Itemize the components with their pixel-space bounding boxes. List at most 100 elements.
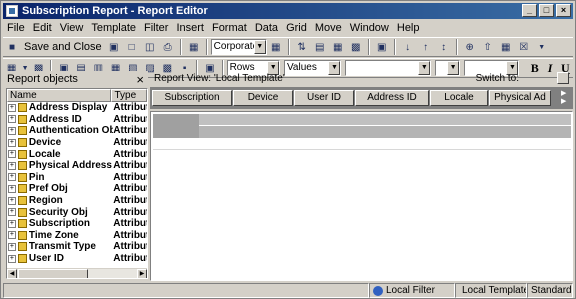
maximize-button[interactable]: □: [539, 4, 554, 17]
swap-icon[interactable]: ↕: [436, 39, 452, 55]
grid-view-icon[interactable]: ▦: [330, 39, 346, 55]
object-type: Attribute: [113, 137, 147, 149]
scroll-thumb[interactable]: [18, 269, 88, 278]
close-icon[interactable]: ×: [136, 72, 144, 87]
list-item[interactable]: + Transmit Type Attribute: [7, 241, 147, 253]
status-bar: Local Filter Local Template Standard: [3, 283, 573, 298]
expand-icon[interactable]: +: [8, 242, 16, 251]
sort-ascending-icon[interactable]: ↓: [400, 39, 416, 55]
list-item[interactable]: + Region Attribute: [7, 195, 147, 207]
column-header-type[interactable]: Type: [111, 89, 147, 102]
switch-view-button[interactable]: [557, 72, 569, 84]
filter-icon[interactable]: ▦: [498, 39, 514, 55]
menu-grid[interactable]: Grid: [282, 22, 311, 34]
status-local-template[interactable]: Local Template: [455, 283, 527, 298]
chevron-down-icon[interactable]: ▼: [253, 40, 266, 54]
expand-icon[interactable]: +: [8, 150, 16, 159]
object-button-locale[interactable]: Locale: [430, 90, 488, 106]
column-icon[interactable]: ▤: [312, 39, 328, 55]
menu-insert[interactable]: Insert: [172, 22, 208, 34]
export-icon[interactable]: ▦: [186, 39, 202, 55]
menu-template[interactable]: Template: [87, 22, 140, 34]
menu-edit[interactable]: Edit: [29, 22, 56, 34]
menu-window[interactable]: Window: [346, 22, 393, 34]
move-up-icon[interactable]: ⇧: [480, 39, 496, 55]
sort-descending-icon[interactable]: ↑: [418, 39, 434, 55]
object-name: Subscription: [28, 218, 91, 230]
table-view-icon[interactable]: ▩: [348, 39, 364, 55]
list-item[interactable]: + Security Obj Attribute: [7, 206, 147, 218]
save-and-close-button[interactable]: Save and Close: [21, 41, 105, 53]
scroll-right-icon[interactable]: ▶ ▶: [561, 90, 571, 106]
add-icon[interactable]: ⊕: [462, 39, 478, 55]
menu-move[interactable]: Move: [311, 22, 346, 34]
expand-icon[interactable]: +: [8, 254, 16, 263]
list-item[interactable]: + Time Zone Attribute: [7, 230, 147, 242]
object-type: Attribute: [113, 206, 147, 218]
expand-icon[interactable]: +: [8, 161, 16, 170]
list-item[interactable]: + Pin Attribute: [7, 172, 147, 184]
status-local-filter[interactable]: Local Filter: [369, 283, 455, 298]
minimize-button[interactable]: _: [522, 4, 537, 17]
object-button-user-id[interactable]: User ID: [294, 90, 354, 106]
expand-icon[interactable]: +: [8, 196, 16, 205]
menu-view[interactable]: View: [56, 22, 88, 34]
list-item[interactable]: + Address Display Attribute: [7, 102, 147, 114]
list-item[interactable]: + Address ID Attribute: [7, 114, 147, 126]
print-preview-icon[interactable]: ◫: [142, 39, 158, 55]
expand-icon[interactable]: +: [8, 231, 16, 240]
expand-icon[interactable]: +: [8, 184, 16, 193]
menu-filter[interactable]: Filter: [140, 22, 172, 34]
report-grid[interactable]: [150, 111, 573, 281]
list-item[interactable]: + Authentication ObjAttribute: [7, 125, 147, 137]
menu-data[interactable]: Data: [251, 22, 282, 34]
object-name: Address ID: [28, 113, 82, 125]
save-icon[interactable]: ■: [4, 39, 20, 55]
list-item[interactable]: + Locale Attribute: [7, 148, 147, 160]
attribute-icon: [17, 149, 27, 159]
object-name: Region: [28, 195, 63, 207]
expand-icon[interactable]: +: [8, 126, 16, 135]
print-icon[interactable]: ⎙: [160, 39, 176, 55]
report-view-label: Report View: 'Local Template': [154, 72, 285, 84]
scroll-right-icon[interactable]: ▶: [137, 269, 147, 278]
list-item[interactable]: + Subscription Attribute: [7, 218, 147, 230]
dropdown-arrow-icon[interactable]: ▼: [534, 39, 550, 55]
object-type: Attribute: [113, 253, 147, 265]
object-type: Attribute: [113, 113, 147, 125]
horizontal-scrollbar[interactable]: ◀ ▶: [7, 268, 147, 278]
menu-bar: File Edit View Template Filter Insert Fo…: [3, 20, 573, 36]
list-item[interactable]: + Pref Obj Attribute: [7, 183, 147, 195]
object-bar: Subscription Device User ID Address ID L…: [150, 87, 573, 109]
menu-format[interactable]: Format: [208, 22, 251, 34]
expand-icon[interactable]: +: [8, 115, 16, 124]
object-button-physical-address[interactable]: Physical Ad: [489, 90, 551, 106]
report-objects-title: Report objects: [7, 73, 78, 85]
expand-icon[interactable]: +: [8, 208, 16, 217]
refresh-icon[interactable]: ▣: [374, 39, 390, 55]
object-button-address-id[interactable]: Address ID: [355, 90, 429, 106]
expand-icon[interactable]: +: [8, 173, 16, 182]
expand-icon[interactable]: +: [8, 138, 16, 147]
object-button-subscription[interactable]: Subscription: [152, 90, 232, 106]
grid-row: [153, 138, 571, 150]
menu-file[interactable]: File: [3, 22, 29, 34]
scroll-left-icon[interactable]: ◀: [7, 269, 17, 278]
object-button-device[interactable]: Device: [233, 90, 293, 106]
list-item[interactable]: + User ID Attribute: [7, 253, 147, 265]
pivot-icon[interactable]: ⇅: [294, 39, 310, 55]
column-header-name[interactable]: Name: [7, 89, 112, 102]
expand-icon[interactable]: +: [8, 103, 16, 112]
remove-icon[interactable]: ☒: [516, 39, 532, 55]
template-combo[interactable]: Corporate ▼: [210, 39, 267, 55]
toolbar-separator: [393, 39, 396, 55]
close-button[interactable]: ×: [556, 4, 571, 17]
expand-icon[interactable]: +: [8, 219, 16, 228]
list-item[interactable]: + Device Attribute: [7, 137, 147, 149]
attribute-icon: [17, 126, 27, 136]
new-document-icon[interactable]: □: [124, 39, 140, 55]
save-disk-icon[interactable]: ▣: [106, 39, 122, 55]
list-item[interactable]: + Physical AddressAttribute: [7, 160, 147, 172]
format-icon[interactable]: ▦: [268, 39, 284, 55]
menu-help[interactable]: Help: [393, 22, 424, 34]
